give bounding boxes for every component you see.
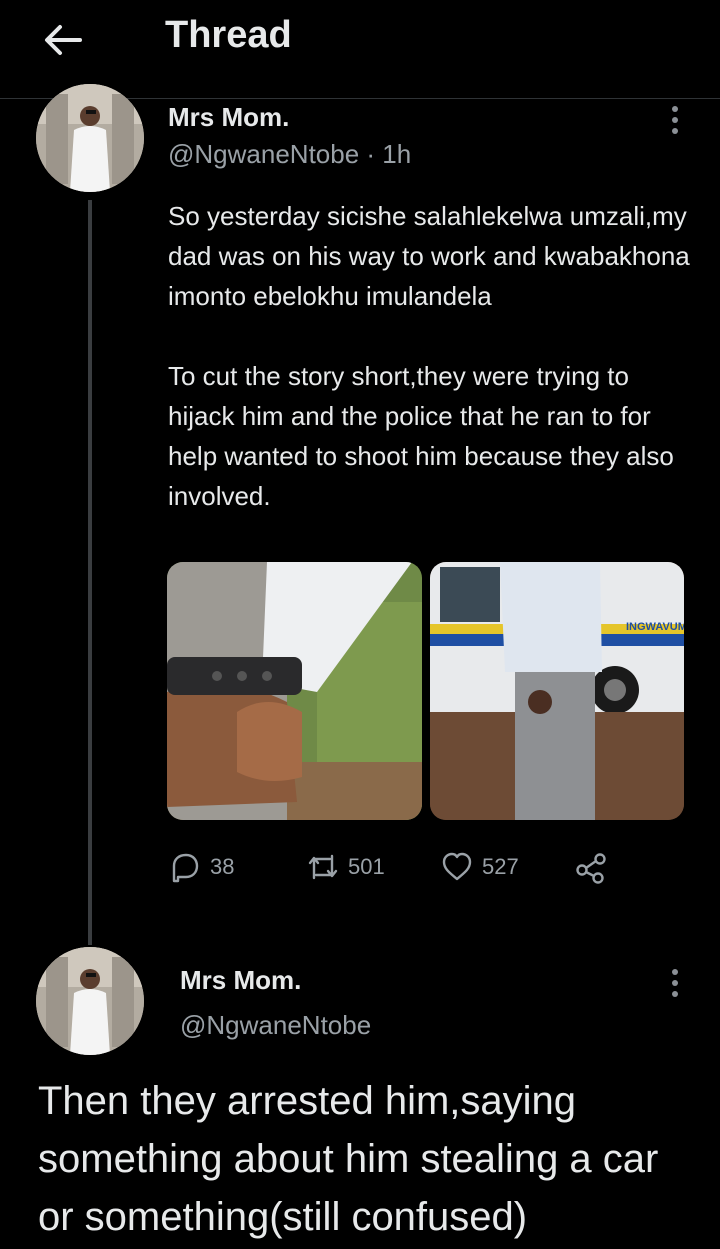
page-title: Thread (165, 14, 292, 56)
retweet-icon (308, 854, 338, 880)
like-count: 527 (482, 854, 519, 879)
tweet-actions: 38 501 527 (168, 845, 668, 889)
avatar-photo (36, 84, 144, 192)
avatar-photo (36, 947, 144, 1055)
heart-icon (442, 852, 472, 881)
reply-action[interactable]: 38 (168, 845, 234, 889)
reply-author-name[interactable]: Mrs Mom. (180, 965, 301, 996)
more-options-icon[interactable] (670, 106, 680, 136)
thread-connector-line (88, 200, 92, 945)
vehicle-label: INGWAVUMA (626, 621, 684, 633)
reply-icon (172, 853, 199, 883)
reply-author-handle[interactable]: @NgwaneNtobe (180, 1010, 371, 1041)
author-handle[interactable]: @NgwaneNtobe (168, 139, 359, 169)
retweet-count: 501 (348, 854, 385, 879)
avatar[interactable] (36, 84, 144, 192)
tweet-image-police-van[interactable]: INGWAVUMA (430, 562, 684, 820)
tweet-text: So yesterday sicishe salahlekelwa umzali… (168, 201, 690, 511)
tweet-image-handcuffs[interactable] (167, 562, 422, 820)
reply-more-options-icon[interactable] (670, 969, 680, 999)
back-arrow-icon[interactable] (40, 18, 84, 62)
retweet-action[interactable]: 501 (306, 845, 385, 889)
share-action[interactable] (574, 845, 608, 889)
author-name[interactable]: Mrs Mom. (168, 102, 289, 133)
tweet-time: · 1h (366, 139, 412, 169)
share-icon (576, 853, 606, 884)
reply-avatar[interactable] (36, 947, 144, 1055)
reply-tweet-text: Then they arrested him,saying something … (38, 1079, 659, 1239)
like-action[interactable]: 527 (440, 845, 519, 889)
author-handle-time: @NgwaneNtobe · 1h (168, 139, 411, 170)
reply-count: 38 (210, 854, 235, 879)
top-bar: Thread (0, 0, 720, 99)
